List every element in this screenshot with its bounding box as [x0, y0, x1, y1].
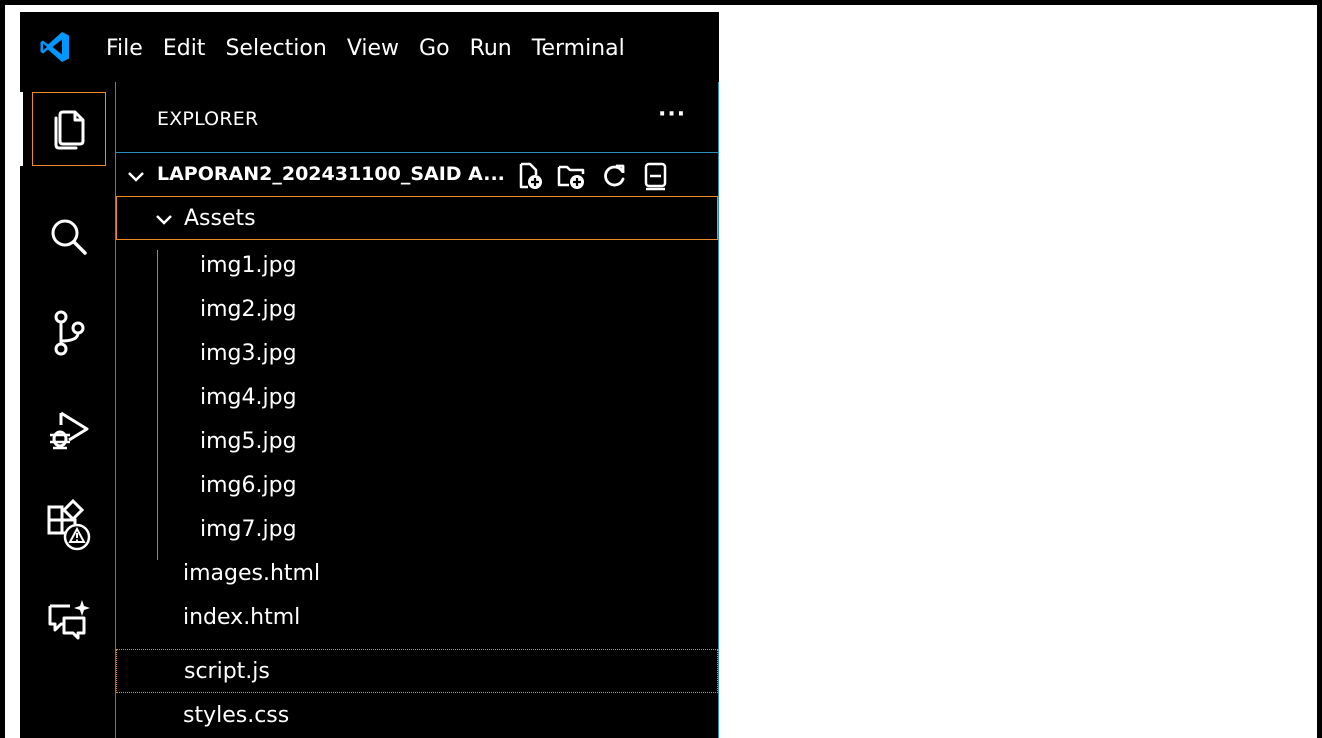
file-label: img3.jpg [200, 341, 297, 366]
activity-explorer[interactable] [32, 92, 106, 166]
vscode-logo-icon [40, 32, 69, 62]
sidebar-right-border [718, 82, 719, 738]
file-label: images.html [183, 561, 321, 586]
file-styles-css[interactable]: styles.css [116, 694, 718, 738]
file-img4[interactable]: img4.jpg [116, 376, 718, 420]
more-actions-button[interactable]: ··· [658, 102, 686, 127]
menu-view[interactable]: View [337, 34, 409, 64]
workspace-name: LAPORAN2_202431100_SAID A... [157, 163, 505, 185]
collapse-all-icon [644, 162, 667, 191]
extensions-warning-icon [47, 498, 91, 551]
refresh-button[interactable] [598, 160, 630, 192]
folder-label: Assets [184, 206, 256, 231]
activity-chat[interactable] [32, 584, 106, 658]
activity-extensions[interactable] [32, 488, 106, 562]
file-img6[interactable]: img6.jpg [116, 464, 718, 508]
new-file-button[interactable] [514, 160, 546, 192]
workspace-actions [514, 160, 672, 192]
file-img3[interactable]: img3.jpg [116, 332, 718, 376]
active-indicator [20, 92, 23, 166]
explorer-header-divider [116, 152, 718, 153]
file-label: script.js [184, 659, 270, 684]
folder-assets[interactable]: Assets [116, 196, 718, 240]
file-label: img5.jpg [200, 429, 297, 454]
new-folder-button[interactable] [556, 160, 588, 192]
workspace-folder-header[interactable]: LAPORAN2_202431100_SAID A... [116, 158, 718, 194]
refresh-icon [604, 164, 625, 187]
activity-source-control[interactable] [32, 296, 106, 370]
file-index-html[interactable]: index.html [116, 596, 718, 640]
menu-selection[interactable]: Selection [215, 34, 336, 64]
file-label: img2.jpg [200, 297, 297, 322]
vscode-window: File Edit Selection View Go Run Terminal [20, 12, 719, 738]
menu-terminal[interactable]: Terminal [522, 34, 635, 64]
file-script-js[interactable]: script.js [116, 649, 718, 693]
explorer-title: EXPLORER [157, 108, 259, 130]
file-img2[interactable]: img2.jpg [116, 288, 718, 332]
file-img5[interactable]: img5.jpg [116, 420, 718, 464]
menu-bar: File Edit Selection View Go Run Terminal [106, 34, 635, 64]
explorer-sidebar: EXPLORER ··· LAPORAN2_202431100_SAID A..… [116, 82, 719, 738]
new-folder-icon [557, 165, 585, 189]
activity-bar [20, 82, 116, 738]
file-label: styles.css [183, 703, 290, 728]
explorer-header: EXPLORER ··· [116, 82, 718, 152]
file-images-html[interactable]: images.html [116, 552, 718, 596]
file-label: img7.jpg [200, 517, 297, 542]
run-debug-icon [50, 411, 89, 450]
menu-go[interactable]: Go [409, 34, 460, 64]
menu-run[interactable]: Run [460, 34, 522, 64]
explorer-files-icon [54, 110, 85, 150]
chevron-down-icon [128, 172, 144, 182]
source-control-icon [54, 310, 85, 356]
chevron-down-icon [156, 215, 172, 225]
activity-search[interactable] [32, 200, 106, 274]
title-bar: File Edit Selection View Go Run Terminal [20, 12, 719, 82]
activity-run-debug[interactable] [32, 392, 106, 466]
file-img1[interactable]: img1.jpg [116, 244, 718, 288]
menu-edit[interactable]: Edit [153, 34, 216, 64]
collapse-all-button[interactable] [640, 160, 672, 192]
file-label: img4.jpg [200, 385, 297, 410]
new-file-icon [519, 162, 542, 189]
search-icon [51, 219, 87, 255]
file-label: img6.jpg [200, 473, 297, 498]
file-label: index.html [183, 605, 301, 630]
chat-sparkle-icon [48, 600, 90, 640]
file-label: img1.jpg [200, 253, 297, 278]
file-img7[interactable]: img7.jpg [116, 508, 718, 552]
menu-file[interactable]: File [106, 34, 153, 64]
